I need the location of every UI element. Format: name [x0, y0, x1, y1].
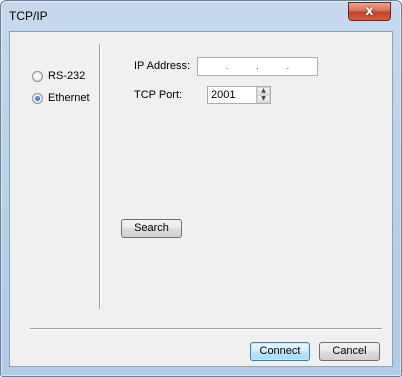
connect-button[interactable]: Connect — [250, 342, 310, 361]
close-button[interactable]: x — [348, 2, 391, 21]
radio-rs232-label: RS-232 — [48, 70, 86, 82]
horizontal-divider — [30, 328, 382, 330]
tcp-port-value[interactable]: 2001 — [211, 89, 235, 101]
radio-rs232-indicator[interactable] — [32, 70, 43, 82]
radio-rs232[interactable]: RS-232 — [32, 70, 85, 82]
ip-address-input[interactable]: . . . — [197, 57, 318, 76]
radio-ethernet-indicator[interactable] — [32, 92, 43, 104]
close-icon: x — [365, 4, 374, 19]
cancel-button[interactable]: Cancel — [319, 342, 380, 361]
ip-separator-2: . — [256, 62, 259, 71]
arrow-up-icon[interactable]: ▲ — [257, 87, 270, 95]
arrow-down-icon[interactable]: ▼ — [257, 95, 270, 103]
radio-ethernet-label: Ethernet — [48, 92, 90, 104]
dialog-client-area: RS-232 Ethernet IP Address: . . . TCP Po… — [9, 31, 393, 367]
title-bar[interactable]: TCP/IP x — [1, 1, 401, 31]
tcp-port-spin: ▲ ▼ — [256, 87, 270, 103]
ip-address-label: IP Address: — [134, 60, 191, 72]
tcp-port-label: TCP Port: — [134, 89, 183, 101]
window-title: TCP/IP — [9, 9, 48, 23]
tcp-port-stepper[interactable]: 2001 ▲ ▼ — [207, 86, 271, 104]
radio-ethernet[interactable]: Ethernet — [32, 92, 90, 104]
dialog-window: TCP/IP x RS-232 Ethernet IP Address: . .… — [0, 0, 402, 377]
search-button[interactable]: Search — [121, 219, 182, 238]
ip-separator-1: . — [226, 62, 229, 71]
ip-separator-3: . — [286, 62, 289, 71]
vertical-divider — [99, 44, 101, 309]
